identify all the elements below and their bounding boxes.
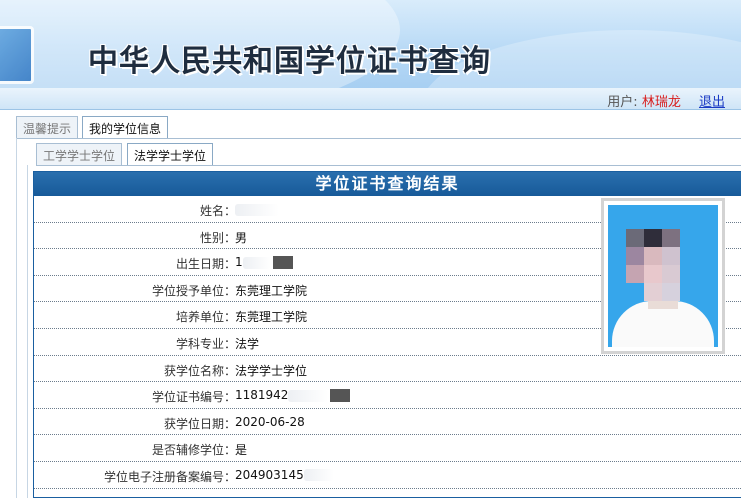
photo-pixel	[626, 247, 644, 265]
monitor-icon	[0, 26, 34, 84]
photo-pixel	[662, 283, 680, 301]
field-row-registration-number: 学位电子注册备案编号： 204903145	[34, 462, 741, 489]
field-label: 学位证书编号：	[151, 390, 236, 405]
id-photo-frame	[601, 198, 725, 354]
field-value: 1	[235, 255, 243, 270]
field-value: 是	[235, 443, 248, 458]
panel-title: 学位证书查询结果	[34, 172, 741, 196]
user-name: 林瑞龙	[641, 95, 681, 110]
content-border	[27, 165, 28, 498]
content-border	[16, 138, 17, 498]
user-bar: 用户: 林瑞龙 退出	[0, 88, 741, 110]
photo-pixel	[662, 229, 680, 247]
photo-pixel	[662, 247, 680, 265]
tab-law-degree[interactable]: 法学学士学位	[127, 143, 214, 166]
field-label: 学科专业：	[175, 336, 236, 351]
user-label: 用户:	[607, 95, 638, 110]
logout-link[interactable]: 退出	[699, 95, 725, 110]
field-value: 法学学士学位	[235, 363, 308, 378]
field-row-minor-degree: 是否辅修学位： 是	[34, 435, 741, 462]
id-photo	[608, 205, 718, 347]
redaction-mark	[330, 389, 351, 403]
field-label: 姓名：	[199, 204, 236, 218]
field-label: 是否辅修学位：	[151, 443, 236, 458]
tab-my-degree-info[interactable]: 我的学位信息	[82, 116, 169, 139]
tab-tips[interactable]: 温馨提示	[16, 116, 79, 138]
site-title: 中华人民共和国学位证书查询	[88, 44, 491, 79]
redaction-mark	[303, 469, 334, 482]
photo-pixel	[626, 265, 644, 283]
photo-pixel	[644, 247, 662, 265]
photo-pixel	[644, 283, 662, 301]
field-value: 204903145	[235, 467, 304, 482]
redaction-mark	[288, 389, 329, 402]
field-value: 法学	[235, 336, 260, 351]
photo-pixel	[644, 265, 662, 283]
field-value-certificate: 1181942	[235, 388, 351, 403]
field-value-birthdate: 1	[235, 255, 293, 270]
photo-pixel	[644, 229, 662, 247]
redaction-mark	[272, 256, 293, 270]
field-label: 培养单位：	[175, 310, 236, 325]
redaction-mark	[235, 203, 279, 216]
field-value-registration: 204903145	[235, 468, 334, 482]
field-label: 获学位名称：	[163, 363, 236, 378]
field-label: 出生日期：	[175, 257, 236, 272]
tab-divider	[36, 165, 741, 166]
field-value-name	[235, 202, 279, 216]
field-value: 男	[235, 230, 248, 245]
redaction-mark	[242, 256, 271, 269]
field-value: 1181942	[235, 388, 289, 403]
field-value: 东莞理工学院	[235, 310, 308, 325]
field-row-degree-date: 获学位日期： 2020-06-28	[34, 409, 741, 436]
photo-pixel	[626, 229, 644, 247]
photo-pixel	[662, 265, 680, 283]
field-label: 学位授予单位：	[151, 283, 236, 298]
field-row-degree-name: 获学位名称： 法学学士学位	[34, 356, 741, 383]
site-banner: 中华人民共和国学位证书查询	[0, 0, 741, 88]
tab-divider	[16, 138, 741, 139]
field-label: 学位电子注册备案编号：	[103, 469, 236, 484]
field-value: 2020-06-28	[235, 414, 305, 429]
field-label: 获学位日期：	[163, 416, 236, 431]
tab-engineering-degree[interactable]: 工学学士学位	[36, 143, 123, 165]
user-info: 用户: 林瑞龙 退出	[607, 91, 725, 110]
result-panel: 学位证书查询结果 姓名： 性别： 男 出生日期： 1 学位授予单位： 东莞理工学…	[33, 171, 741, 498]
field-row-certificate-number: 学位证书编号： 1181942	[34, 382, 741, 409]
field-label: 性别：	[199, 230, 236, 245]
field-value: 东莞理工学院	[235, 283, 308, 298]
